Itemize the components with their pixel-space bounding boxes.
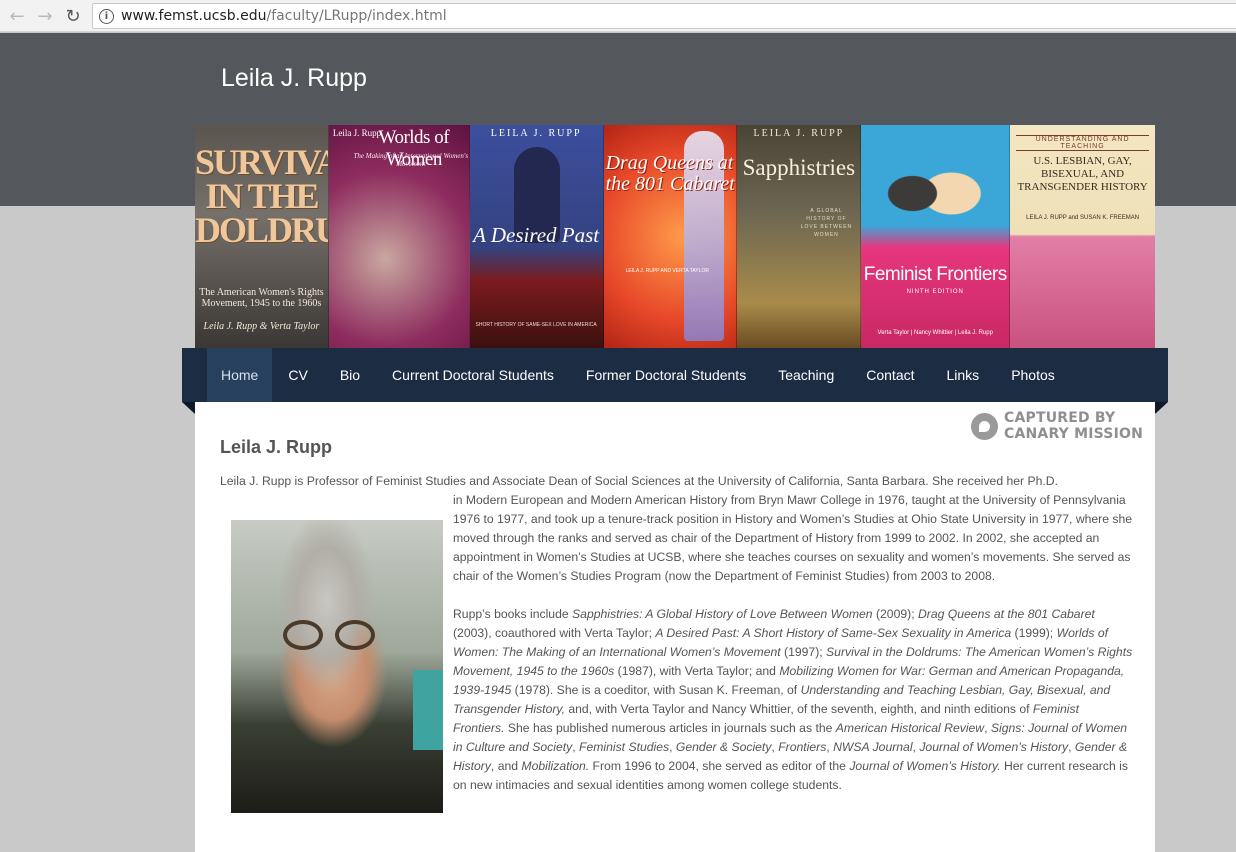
forward-icon[interactable]: →	[34, 5, 56, 27]
text-segment: , and	[490, 759, 522, 773]
photo-detail	[413, 670, 443, 750]
url-path: /faculty/LRupp/index.html	[266, 8, 447, 24]
bio-body: in Modern European and Modern American H…	[453, 491, 1133, 814]
bio-intro-text: Leila J. Rupp is Professor of Feminist S…	[220, 474, 1058, 488]
book-cover-a-desired-past: LEILA J. RUPP A Desired Past SHORT HISTO…	[469, 125, 604, 348]
text-segment: From 1996 to 2004, she served as editor …	[589, 759, 850, 773]
text-segment: She has published numerous articles in j…	[504, 721, 836, 735]
nav-item-cv[interactable]: CV	[272, 348, 323, 402]
book-title: Feminist Frontiers	[863, 264, 1008, 285]
book-series-band: UNDERSTANDING AND TEACHING	[1016, 135, 1149, 151]
nav-item-teaching[interactable]: Teaching	[762, 348, 850, 402]
book-cover-drag-queens: Drag Queens at the 801 Cabaret LEILA J. …	[603, 125, 738, 348]
text-segment: (2009);	[872, 607, 918, 621]
nav-item-home[interactable]: Home	[207, 348, 273, 402]
book-banner: SURVIVAL IN THE DOLDRUMS The American Wo…	[195, 125, 1155, 348]
book-edition: NINTH EDITION	[906, 289, 964, 295]
page-heading: Leila J. Rupp	[220, 437, 333, 457]
nav-item-photos[interactable]: Photos	[995, 348, 1071, 402]
text-segment: Rupp’s books include	[453, 607, 573, 621]
bio-paragraph-2: Rupp’s books include Sapphistries: A Glo…	[453, 605, 1133, 795]
book-subtitle: The Making of an International Women's M…	[353, 152, 469, 168]
italic-title: Sapphistries: A Global History of Love B…	[572, 607, 873, 621]
book-authors: LEILA J. RUPP AND VERTA TAYLOR	[625, 268, 709, 274]
nav-item-current-doctoral-students[interactable]: Current Doctoral Students	[376, 348, 570, 402]
nav-item-links[interactable]: Links	[931, 348, 996, 402]
url-host: www.femst.ucsb.edu	[121, 8, 267, 24]
text-segment: (1978). She is a coeditor, with Susan K.…	[511, 683, 801, 697]
text-segment: ,	[572, 740, 580, 754]
back-icon[interactable]: ←	[6, 5, 28, 27]
book-authors: Verta Taylor | Nancy Whittier | Leila J.…	[877, 330, 993, 336]
nav-menu: Home CV Bio Current Doctoral Students Fo…	[207, 348, 1071, 402]
italic-title: Journal of Women’s History	[919, 740, 1069, 754]
book-subtitle: A GLOBAL HISTORY OF LOVE BETWEEN WOMEN	[800, 208, 853, 238]
nav-ribbon-fold-right	[1155, 402, 1168, 414]
address-bar[interactable]: i www.femst.ucsb.edu/faculty/LRupp/index…	[92, 3, 1236, 29]
bio-paragraph-1: in Modern European and Modern American H…	[453, 493, 1133, 583]
italic-title: Frontiers	[778, 740, 827, 754]
book-cover-lgbt-history: UNDERSTANDING AND TEACHING U.S. LESBIAN,…	[1010, 125, 1155, 348]
text-segment: (2003), coauthored with Verta Taylor;	[453, 626, 656, 640]
book-cover-feminist-frontiers: Feminist Frontiers NINTH EDITION Verta T…	[861, 125, 1011, 348]
photo-detail	[335, 620, 375, 650]
book-authors: Leila J. Rupp & Verta Taylor	[203, 321, 320, 332]
text-segment: ,	[984, 721, 991, 735]
book-title: A Desired Past	[473, 223, 600, 247]
reload-icon[interactable]: ↻	[62, 5, 84, 27]
site-title[interactable]: Leila J. Rupp	[221, 64, 367, 93]
text-segment: (1997);	[780, 645, 827, 659]
italic-title: Gender & Society	[675, 740, 772, 754]
italic-title: NWSA Journal	[833, 740, 913, 754]
book-cover-sapphistries: LEILA J. RUPP Sapphistries A GLOBAL HIST…	[737, 125, 862, 348]
watermark-line-1: CAPTURED BY	[1004, 410, 1116, 426]
book-cover-survival-in-the-doldrums: SURVIVAL IN THE DOLDRUMS The American Wo…	[195, 125, 329, 348]
italic-title: Journal of Women’s History.	[849, 759, 1001, 773]
url-text[interactable]: www.femst.ucsb.edu/faculty/LRupp/index.h…	[121, 8, 447, 24]
italic-title: A Desired Past: A Short History of Same-…	[655, 626, 1012, 640]
italic-title: American Historical Review	[835, 721, 985, 735]
photo-detail	[283, 620, 323, 650]
book-author: LEILA J. RUPP	[753, 128, 845, 139]
italic-title: Feminist Studies	[579, 740, 670, 754]
cover-figure-illustration	[867, 133, 998, 243]
nav-item-bio[interactable]: Bio	[324, 348, 376, 402]
italic-title: Mobilization.	[521, 759, 590, 773]
watermark-line-2: CANARY MISSION	[1004, 426, 1143, 442]
book-editors: LEILA J. RUPP and SUSAN K. FREEMAN	[1026, 215, 1140, 221]
browser-toolbar: ← → ↻ i www.femst.ucsb.edu/faculty/LRupp…	[0, 0, 1236, 32]
book-subtitle: SHORT HISTORY OF SAME-SEX LOVE IN AMERIC…	[475, 322, 597, 328]
text-segment: ,	[669, 740, 676, 754]
text-segment: (1999);	[1011, 626, 1057, 640]
book-author: LEILA J. RUPP	[490, 128, 582, 139]
leila-rupp-portrait-photo	[231, 520, 443, 813]
text-segment: and, with Verta Taylor and Nancy Whittie…	[564, 702, 1033, 716]
canary-bird-icon	[971, 412, 998, 440]
watermark-text: CAPTURED BY CANARY MISSION	[1004, 410, 1143, 442]
info-icon[interactable]: i	[99, 8, 114, 24]
nav-item-contact[interactable]: Contact	[850, 348, 930, 402]
nav-ribbon-fold-left	[182, 402, 195, 414]
text-segment: (1987), with Verta Taylor; and	[614, 664, 780, 678]
book-title: U.S. LESBIAN, GAY, BISEXUAL, AND TRANSGE…	[1017, 155, 1148, 193]
book-cover-worlds-of-women: Leila J. Rupp Worlds of Women The Making…	[328, 125, 470, 348]
canary-mission-watermark: CAPTURED BY CANARY MISSION	[971, 410, 1143, 442]
book-title: Sapphistries	[742, 155, 856, 180]
book-title: Drag Queens at the 801 Cabaret	[605, 152, 735, 195]
nav-item-former-doctoral-students[interactable]: Former Doctoral Students	[570, 348, 762, 402]
italic-title: Drag Queens at the 801 Cabaret	[917, 607, 1095, 621]
text-segment: ,	[1068, 740, 1075, 754]
book-title: SURVIVAL IN THE DOLDRUMS	[195, 142, 328, 250]
book-subtitle: The American Women's Rights Movement, 19…	[199, 287, 324, 309]
